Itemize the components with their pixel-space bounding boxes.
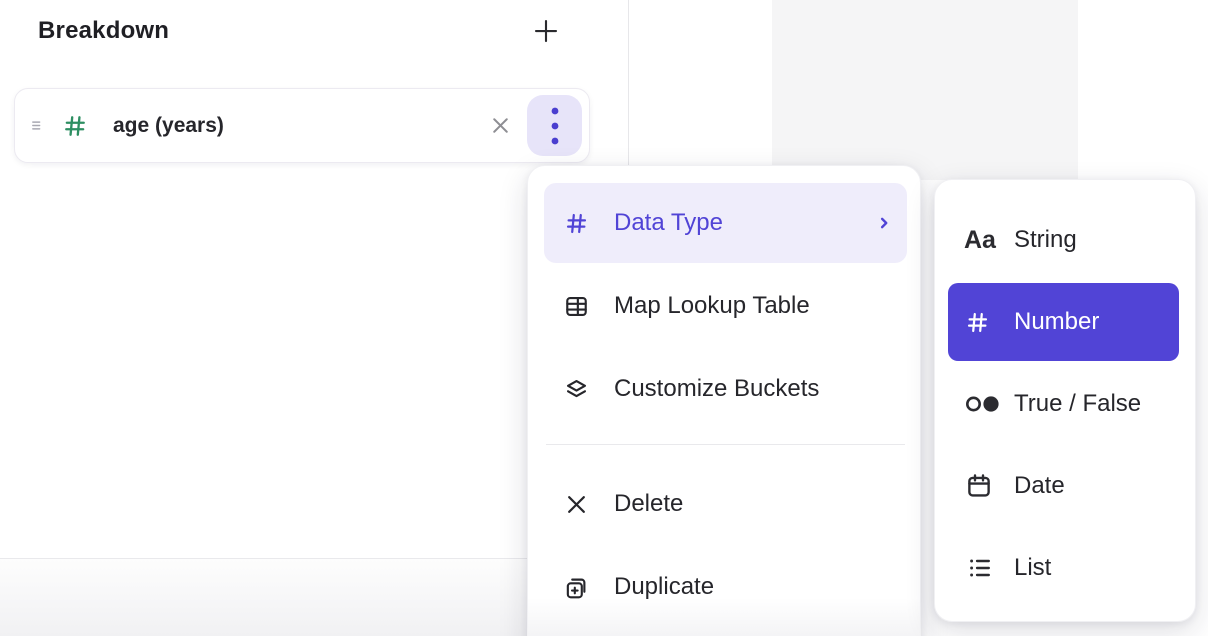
submenu-item-label: List [1014,554,1051,582]
x-icon [563,491,590,518]
menu-item-data-type[interactable]: Data Type [544,183,907,263]
submenu-item-number[interactable]: Number [948,283,1179,361]
submenu-item-label: Number [1014,308,1099,336]
submenu-item-string[interactable]: Aa String [948,201,1179,279]
menu-item-delete[interactable]: Delete [544,464,907,544]
hash-icon [964,309,1002,336]
add-breakdown-button[interactable] [528,13,564,49]
text-aa-icon: Aa [964,226,1002,255]
number-field-icon [61,112,89,140]
drag-handle-icon[interactable] [29,117,47,134]
submenu-item-label: Date [1014,472,1065,500]
hash-icon [563,210,590,237]
menu-divider [546,444,905,445]
submenu-item-label: String [1014,226,1077,254]
menu-item-label: Data Type [614,209,723,237]
submenu-item-date[interactable]: Date [948,447,1179,525]
copy-plus-icon [563,574,590,601]
kebab-menu-icon [550,105,560,147]
field-context-menu: Data Type Map Lookup Table Customize Buc… [527,165,921,636]
page-title: Breakdown [38,17,169,45]
menu-item-label: Map Lookup Table [614,292,810,320]
plus-icon [531,16,561,46]
menu-item-label: Customize Buckets [614,375,819,403]
submenu-item-list[interactable]: List [948,529,1179,607]
app-canvas: Breakdown age (years) [0,0,1208,636]
menu-item-map-lookup-table[interactable]: Map Lookup Table [544,266,907,346]
stack-icon [563,376,590,403]
submenu-item-true-false[interactable]: True / False [948,365,1179,443]
breakdown-field-chip[interactable]: age (years) [14,88,590,163]
menu-item-duplicate[interactable]: Duplicate [544,547,907,627]
menu-item-customize-buckets[interactable]: Customize Buckets [544,349,907,429]
background-placeholder [772,0,1078,180]
circles-icon [964,391,1002,417]
data-type-submenu: Aa String Number True / False Date [934,179,1196,622]
table-icon [563,293,590,320]
remove-field-button[interactable] [483,109,517,143]
close-icon [488,113,513,138]
field-options-button[interactable] [527,95,582,156]
chevron-right-icon [875,214,893,232]
list-icon [964,554,1002,582]
calendar-icon [964,471,1002,501]
field-name: age (years) [113,114,224,138]
submenu-item-label: True / False [1014,390,1141,418]
menu-item-label: Duplicate [614,573,714,601]
menu-item-label: Delete [614,490,683,518]
